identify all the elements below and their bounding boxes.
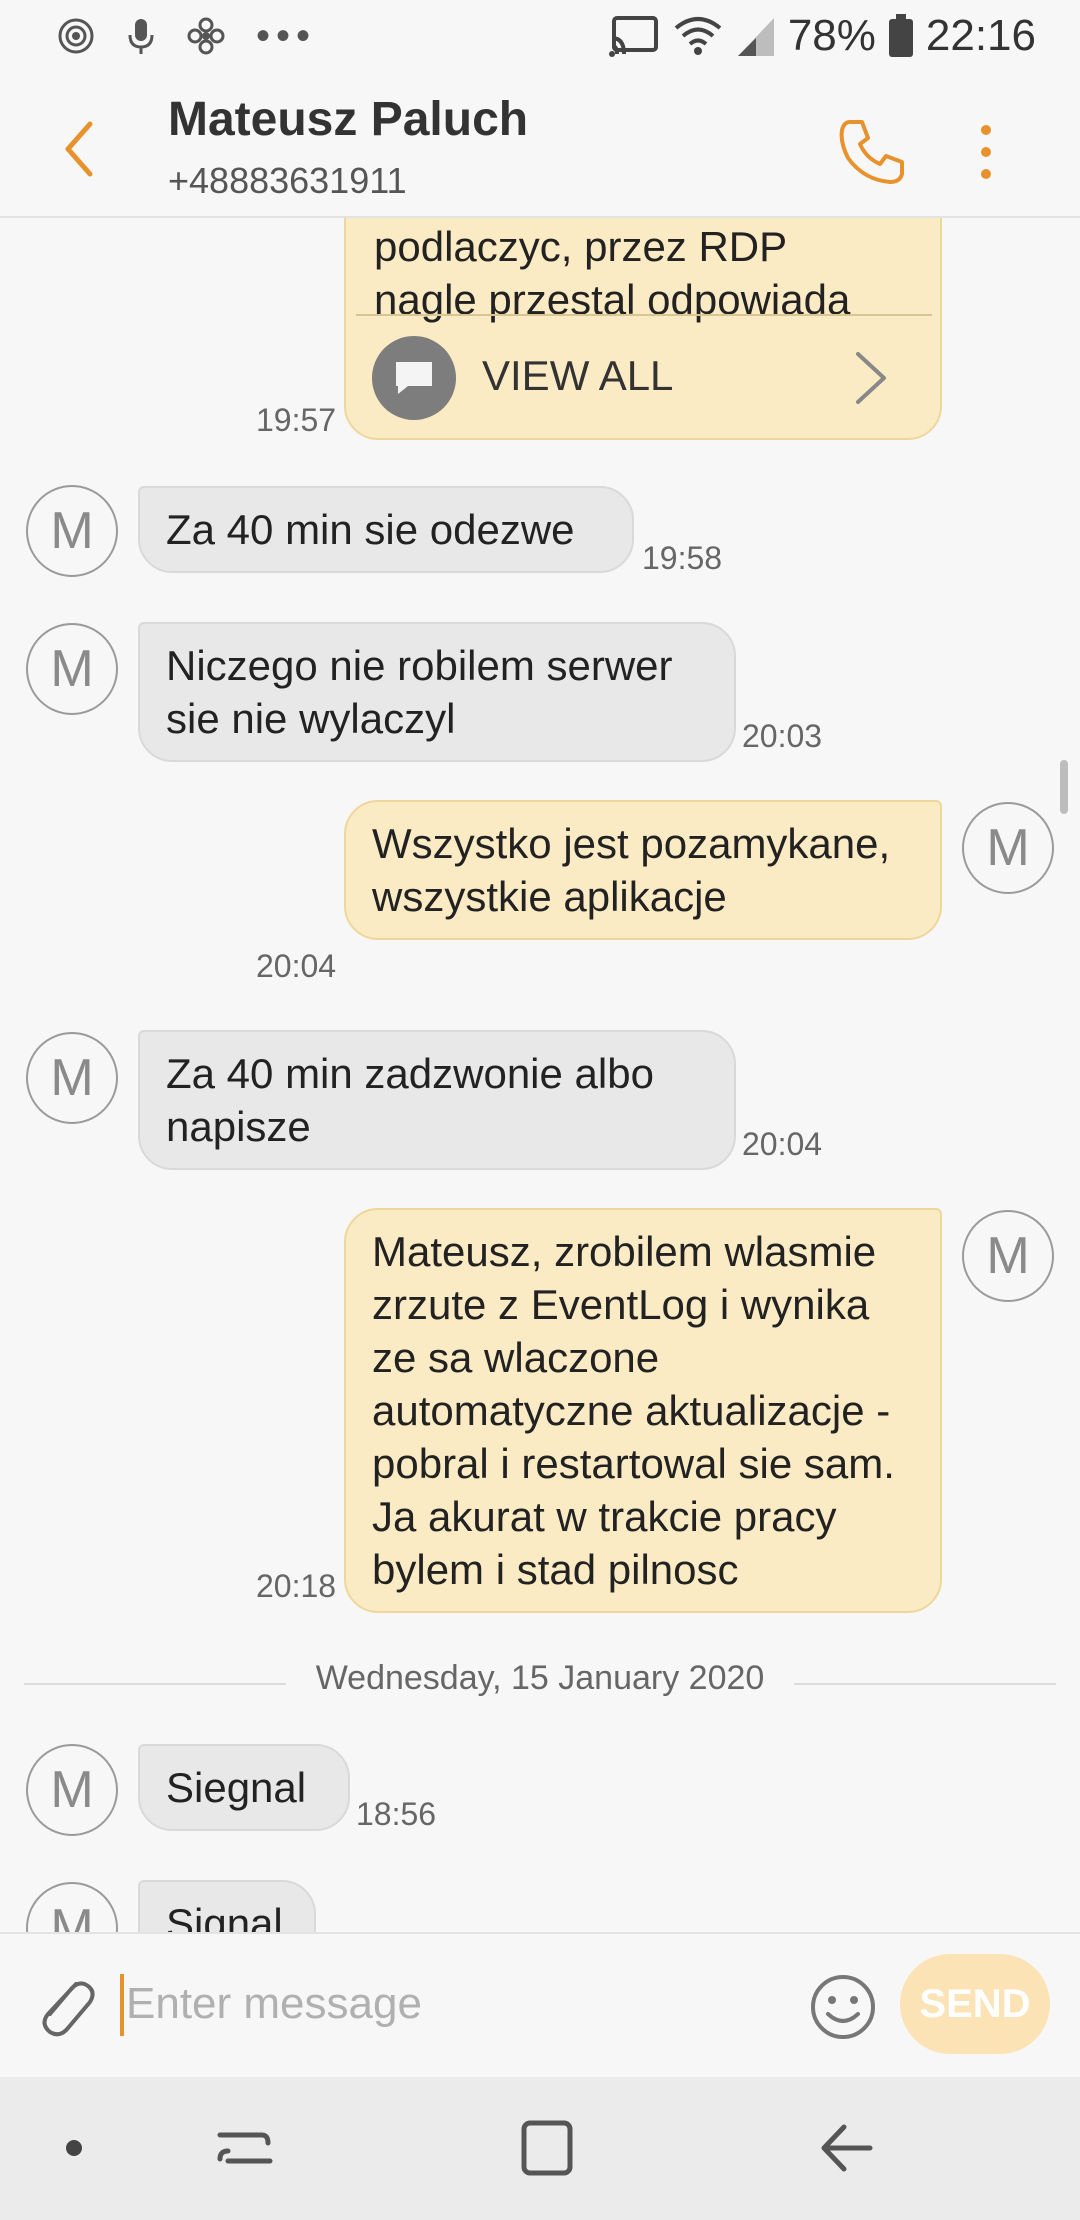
more-vert-icon <box>981 125 991 179</box>
my-avatar[interactable]: M <box>962 1210 1054 1302</box>
back-nav-button[interactable] <box>808 2113 888 2183</box>
date-label: Wednesday, 15 January 2020 <box>285 1659 795 1697</box>
phone-icon <box>839 120 904 184</box>
message-bubble-incoming[interactable]: Za 40 min sie odezwe <box>138 486 634 573</box>
dot-icon <box>66 2140 82 2156</box>
contact-avatar[interactable]: M <box>26 1882 118 1932</box>
recent-apps-icon <box>217 2132 273 2164</box>
attach-button[interactable] <box>30 1966 100 2046</box>
contact-avatar[interactable]: M <box>26 623 118 715</box>
signal-icon <box>737 18 774 56</box>
clock: 22:16 <box>925 11 1036 60</box>
message-timestamp: 20:04 <box>256 948 337 984</box>
chevron-right-icon <box>856 352 886 404</box>
message-timestamp: 20:03 <box>742 718 823 754</box>
message-bubble-outgoing[interactable]: Wszystko jest pozamykane, wszystkie apli… <box>344 800 942 940</box>
message-icon <box>372 336 456 420</box>
nav-dot-button[interactable] <box>34 2113 114 2183</box>
send-button[interactable]: SEND <box>900 1954 1050 2054</box>
conversation-header: Mateusz Paluch +48883631911 <box>0 72 1080 218</box>
compose-bar: SEND <box>0 1932 1080 2077</box>
battery-percent: 78% <box>787 11 876 60</box>
message-timestamp: 19:58 <box>642 540 723 576</box>
smiley-icon <box>811 1975 875 2039</box>
contact-phone-number: +48883631911 <box>168 160 407 201</box>
message-input[interactable] <box>120 1964 780 2044</box>
system-status: 78% 22:16 <box>608 10 1036 62</box>
home-icon <box>521 2120 573 2176</box>
more-notifications-icon: ••• <box>256 14 317 58</box>
message-bubble-incoming[interactable]: Za 40 min zadzwonie albo napisze <box>138 1030 736 1170</box>
view-all-label: VIEW ALL <box>482 352 674 399</box>
cast-icon <box>608 16 658 57</box>
message-list[interactable]: podlaczyc, przez RDP nagle przestal odpo… <box>0 218 1080 1932</box>
contact-avatar[interactable]: M <box>26 1032 118 1124</box>
contact-avatar[interactable]: M <box>26 1744 118 1836</box>
back-arrow-icon <box>821 2124 873 2172</box>
back-button[interactable] <box>48 114 118 184</box>
more-options-button[interactable] <box>962 112 1010 192</box>
fan-icon <box>187 17 225 55</box>
message-bubble-incoming[interactable]: Signal <box>138 1880 316 1932</box>
paperclip-icon <box>42 1981 95 2037</box>
message-timestamp: 18:56 <box>356 1796 437 1832</box>
message-bubble-outgoing[interactable]: Mateusz, zrobilem wlasmie zrzute z Event… <box>344 1208 942 1613</box>
record-icon <box>58 18 94 54</box>
message-bubble-incoming[interactable]: Siegnal <box>138 1744 350 1831</box>
navigation-bar <box>0 2077 1080 2220</box>
my-avatar[interactable]: M <box>962 802 1054 894</box>
message-timestamp: 20:04 <box>742 1126 823 1162</box>
scrollbar-thumb[interactable] <box>1060 760 1068 814</box>
view-all-divider <box>356 314 932 316</box>
call-button[interactable] <box>832 112 912 192</box>
microphone-icon <box>128 19 154 54</box>
date-divider: Wednesday, 15 January 2020 <box>24 1659 1056 1709</box>
battery-icon <box>888 14 913 57</box>
recent-apps-button[interactable] <box>204 2113 284 2183</box>
status-bar: ••• 78% 22:16 <box>0 0 1080 72</box>
wifi-icon <box>674 17 722 55</box>
emoji-button[interactable] <box>808 1972 878 2042</box>
message-timestamp: 19:57 <box>256 402 337 438</box>
message-timestamp: 20:18 <box>256 1568 337 1604</box>
contact-name[interactable]: Mateusz Paluch <box>168 92 528 147</box>
chevron-left-icon <box>65 121 93 177</box>
home-button[interactable] <box>506 2113 586 2183</box>
notification-icons: ••• <box>56 14 316 58</box>
contact-avatar[interactable]: M <box>26 485 118 577</box>
message-bubble-incoming[interactable]: Niczego nie robilem serwer sie nie wylac… <box>138 622 736 762</box>
view-all-button[interactable]: VIEW ALL <box>344 218 942 440</box>
